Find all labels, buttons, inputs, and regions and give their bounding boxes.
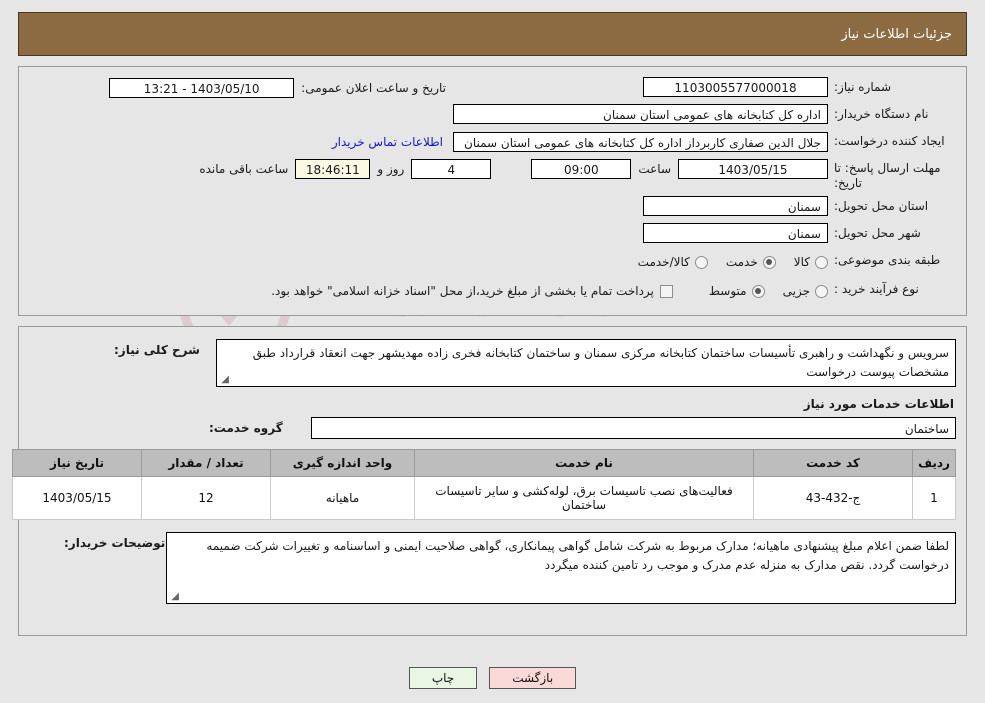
need-number-field[interactable]: 1103005577000018 [643,77,828,97]
creator-field[interactable]: جلال الدین صفاری کاربرداز اداره کل کتابخ… [453,132,828,152]
need-info-panel: شماره نیاز: 1103005577000018 تاریخ و ساع… [18,66,967,316]
page-title-bar: جزئیات اطلاعات نیاز [18,12,967,56]
category-option-label: کالا [793,255,810,269]
buyer-notes-textarea[interactable]: لطفا ضمن اعلام مبلغ پیشنهادی ماهیانه؛ مد… [166,532,956,604]
service-group-label: گروه خدمت: [209,421,283,435]
resize-grip-icon[interactable]: ◢ [169,592,179,602]
table-row: 1 ج-432-43 فعالیت‌های نصب تاسیسات برق، ل… [12,476,956,520]
row-province: استان محل تحویل: سمنان [29,196,956,218]
radio-icon[interactable] [762,255,776,269]
province-field[interactable]: سمنان [643,196,828,216]
radio-icon[interactable] [694,255,708,269]
cell-unit: ماهیانه [270,476,415,520]
services-table: ردیف کد خدمت نام خدمت واحد اندازه گیری ت… [12,449,956,520]
return-button[interactable]: بازگشت [489,667,577,689]
column-header-code: کد خدمت [753,449,913,477]
page-title: جزئیات اطلاعات نیاز [841,26,952,42]
category-radio-group: کالا خدمت کالا/خدمت [620,250,828,274]
cell-name: فعالیت‌های نصب تاسیسات برق، لوله‌کشی و س… [414,476,754,520]
service-group-field[interactable]: ساختمان [311,417,956,439]
column-header-radif: ردیف [912,449,956,477]
row-creator: ایجاد کننده درخواست: جلال الدین صفاری کا… [29,131,956,153]
services-panel: سرویس و نگهداشت و راهبری تأسیسات ساختمان… [12,326,967,636]
radio-icon[interactable] [815,284,828,298]
announce-date-field[interactable]: 1403/05/10 - 13:21 [109,78,295,98]
province-label: استان محل تحویل: [834,199,929,213]
deadline-time-field[interactable]: 09:00 [531,159,632,179]
buyer-org-field[interactable]: اداره کل کتابخانه های عمومی استان سمنان [453,104,828,124]
treasury-checkbox-option[interactable]: پرداخت تمام یا بخشی از مبلغ خرید،از محل … [271,284,673,298]
category-option-label: کالا/خدمت [637,255,690,269]
process-option-motavaset[interactable]: متوسط [709,284,765,298]
radio-icon[interactable] [815,255,828,269]
city-label: شهر محل تحویل: [834,226,921,240]
row-service-group: ساختمان گروه خدمت: [29,417,956,439]
category-option-kala[interactable]: کالا [794,255,828,269]
services-section-title: اطلاعات خدمات مورد نیاز [803,397,954,411]
description-textarea[interactable]: سرویس و نگهداشت و راهبری تأسیسات ساختمان… [216,339,956,387]
need-number-label: شماره نیاز: [834,80,891,94]
column-header-date: تاریخ نیاز [12,449,142,477]
city-field[interactable]: سمنان [643,223,828,243]
description-text: سرویس و نگهداشت و راهبری تأسیسات ساختمان… [252,346,949,379]
category-option-kala-khedmat[interactable]: کالا/خدمت [638,255,708,269]
column-header-name: نام خدمت [414,449,754,477]
buyer-contact-link[interactable]: اطلاعات تماس خریدار [332,131,453,153]
column-header-unit: واحد اندازه گیری [270,449,415,477]
row-deadline: مهلت ارسال پاسخ: تا تاریخ: 1403/05/15 سا… [29,158,956,191]
row-city: شهر محل تحویل: سمنان [29,223,956,245]
creator-label: ایجاد کننده درخواست: [834,134,945,148]
process-option-jozii[interactable]: جزیی [783,284,828,298]
treasury-note-label: پرداخت تمام یا بخشی از مبلغ خرید،از محل … [271,284,654,298]
category-option-khedmat[interactable]: خدمت [726,255,776,269]
description-label: شرح کلی نیاز: [114,343,200,357]
footer-buttons: بازگشت چاپ [0,667,985,689]
process-radio-group: جزیی متوسط پرداخت تمام یا بخشی از مبلغ خ… [253,279,828,303]
announce-date-label: تاریخ و ساعت اعلان عمومی: [301,81,446,95]
countdown-field: 18:46:11 [295,159,371,179]
row-need-number: شماره نیاز: 1103005577000018 تاریخ و ساع… [29,77,956,99]
cell-date: 1403/05/15 [12,476,142,520]
buyer-notes-text: لطفا ضمن اعلام مبلغ پیشنهادی ماهیانه؛ مد… [206,539,949,572]
buyer-org-label: نام دستگاه خریدار: [834,107,929,121]
row-description: سرویس و نگهداشت و راهبری تأسیسات ساختمان… [29,339,956,387]
cell-qty: 12 [141,476,271,520]
column-header-qty: تعداد / مقدار [141,449,271,477]
deadline-time-label: ساعت [638,162,671,176]
process-option-label: جزیی [782,284,810,298]
checkbox-icon[interactable] [659,284,673,298]
cell-radif: 1 [912,476,956,520]
print-button[interactable]: چاپ [408,667,478,689]
category-option-label: خدمت [725,255,758,269]
table-header-row: ردیف کد خدمت نام خدمت واحد اندازه گیری ت… [12,449,956,477]
countdown-label: ساعت باقی مانده [199,162,289,176]
row-category: طبقه بندی موضوعی: کالا خدمت کالا/خدمت [29,250,956,274]
process-label: نوع فرآیند خرید : [834,282,919,296]
deadline-date-field[interactable]: 1403/05/15 [678,159,828,179]
row-buyer-notes: لطفا ضمن اعلام مبلغ پیشنهادی ماهیانه؛ مد… [29,532,956,604]
process-option-label: متوسط [708,284,747,298]
cell-code: ج-432-43 [753,476,913,520]
radio-icon[interactable] [751,284,765,298]
deadline-label: مهلت ارسال پاسخ: تا تاریخ: [834,161,941,190]
category-label: طبقه بندی موضوعی: [834,253,941,267]
remaining-days-field: 4 [411,159,492,179]
row-process: نوع فرآیند خرید : جزیی متوسط پرداخت تمام… [29,279,956,303]
row-buyer-org: نام دستگاه خریدار: اداره کل کتابخانه های… [29,104,956,126]
resize-grip-icon[interactable]: ◢ [219,375,229,385]
remaining-days-label: روز و [377,162,405,176]
page-container: جزئیات اطلاعات نیاز شماره نیاز: 11030055… [0,0,985,636]
buyer-notes-label: توضیحات خریدار: [64,536,166,550]
